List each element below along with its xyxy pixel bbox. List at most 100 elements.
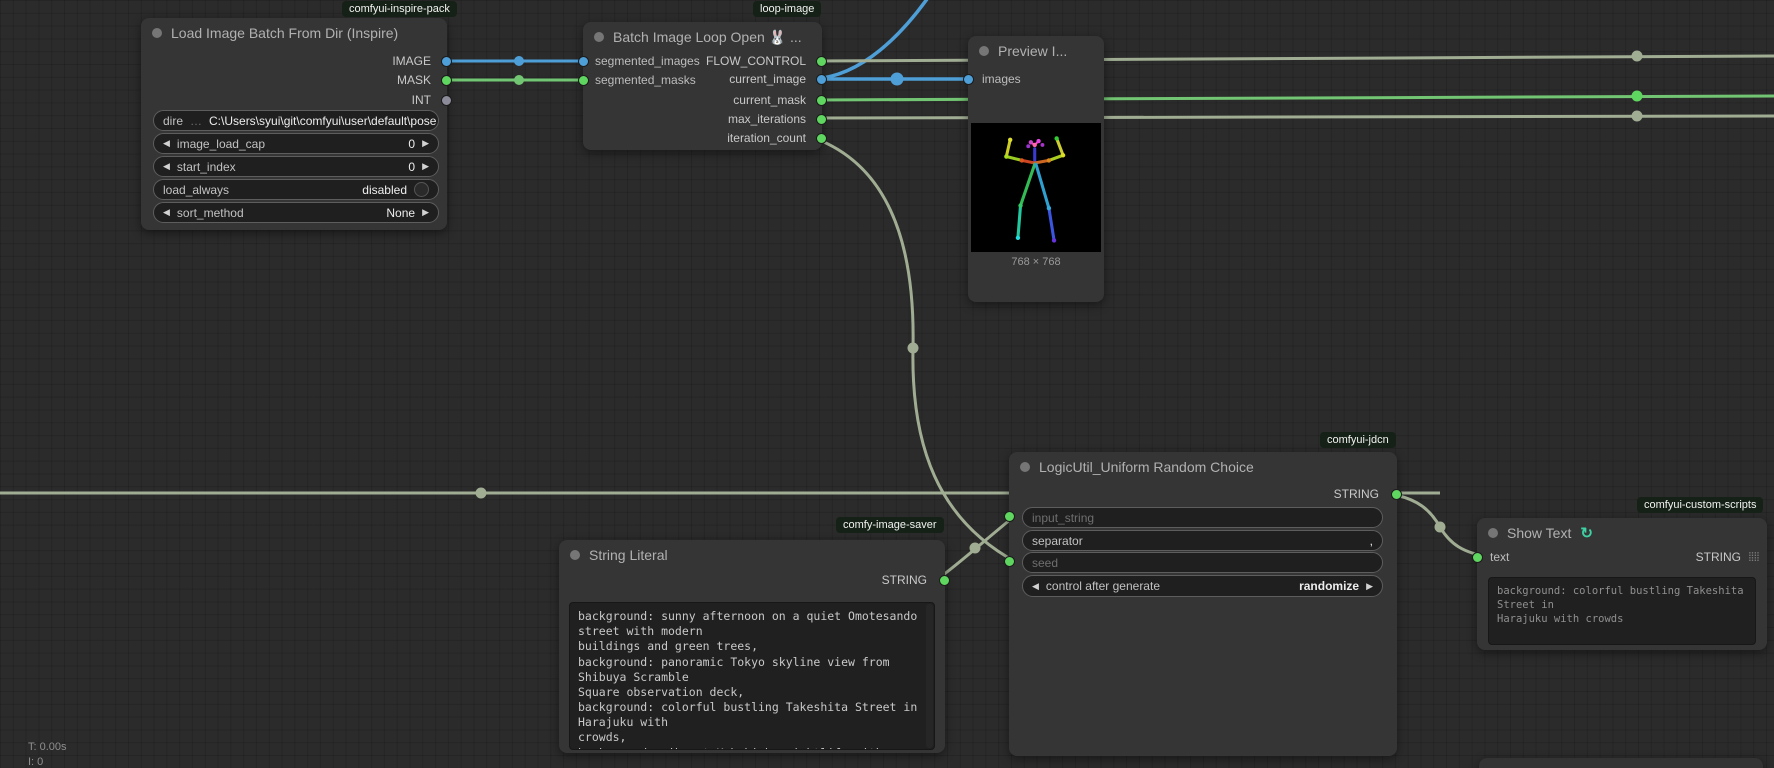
input-label: text — [1490, 550, 1509, 564]
input-port-text[interactable] — [1472, 552, 1483, 563]
reroute-dot[interactable] — [891, 73, 904, 86]
collapse-dot-icon[interactable] — [1020, 462, 1030, 472]
reroute-dot[interactable] — [514, 56, 524, 66]
toggle-icon[interactable] — [414, 182, 429, 197]
input-port-segmented-images[interactable] — [578, 56, 589, 67]
node-badge: comfyui-jdcn — [1320, 432, 1396, 448]
wire-current-mask — [814, 96, 1774, 100]
output-label-iteration-count: iteration_count — [727, 131, 806, 145]
widget-seed[interactable]: seed — [1022, 552, 1383, 573]
increment-icon[interactable]: ▶ — [422, 139, 429, 148]
input-label: images — [982, 72, 1021, 86]
execution-time: T: 0.00s — [28, 740, 67, 755]
output-label-string: STRING — [1334, 487, 1379, 501]
increment-icon[interactable]: ▶ — [422, 162, 429, 171]
output-label-int: INT — [412, 93, 431, 107]
reroute-dot[interactable] — [970, 543, 981, 554]
wire-max-iterations — [814, 116, 1774, 118]
iteration-counter: I: 0 — [28, 755, 67, 768]
collapse-dot-icon[interactable] — [594, 32, 604, 42]
output-port-iteration-count[interactable] — [816, 133, 827, 144]
output-label-current-image: current_image — [729, 72, 806, 86]
collapse-dot-icon[interactable] — [570, 550, 580, 560]
input-label: segmented_images — [595, 54, 700, 68]
collapse-dot-icon[interactable] — [1488, 528, 1498, 538]
node-badge: comfyui-custom-scripts — [1637, 497, 1763, 513]
input-port-segmented-masks[interactable] — [578, 75, 589, 86]
image-dimensions-caption: 768 × 768 — [968, 256, 1104, 268]
widget-control-after-generate[interactable]: ◀ control after generate randomize ▶ — [1022, 575, 1383, 597]
pysssss-logo-icon: ↻ — [1580, 524, 1593, 542]
string-literal-textarea[interactable]: background: sunny afternoon on a quiet O… — [569, 602, 935, 750]
node-title: LogicUtil_Uniform Random Choice — [1020, 452, 1254, 482]
output-label-current-mask: current_mask — [733, 93, 806, 107]
reroute-dot[interactable] — [1435, 522, 1446, 533]
node-badge: comfyui-inspire-pack — [342, 1, 457, 17]
output-label-max-iterations: max_iterations — [728, 112, 806, 126]
wire-flow-control — [814, 56, 1774, 61]
input-port-images[interactable] — [963, 74, 974, 85]
output-port-string[interactable] — [1391, 489, 1402, 500]
execution-status: T: 0.00s I: 0 — [28, 740, 67, 768]
output-port-current-image[interactable] — [816, 74, 827, 85]
node-badge: loop-image — [753, 1, 821, 17]
node-graph-canvas[interactable]: comfyui-inspire-pack loop-image comfyui-… — [0, 0, 1774, 768]
output-label-image: IMAGE — [392, 54, 431, 68]
input-port-seed[interactable] — [1004, 556, 1015, 567]
node-badge: comfy-image-saver — [836, 517, 944, 533]
widget-load-always[interactable]: load_always disabled — [153, 179, 439, 200]
output-port-current-mask[interactable] — [816, 95, 827, 106]
output-port-image[interactable] — [441, 56, 452, 67]
reroute-dot[interactable] — [476, 488, 487, 499]
node-title: String Literal — [570, 540, 668, 570]
node-title: Load Image Batch From Dir (Inspire) — [152, 18, 398, 48]
node-title: Batch Image Loop Open 🐰 ... — [594, 22, 802, 52]
textarea-scrollbar[interactable] — [926, 604, 933, 748]
widget-directory[interactable]: dire … C:\Users\syui\git\comfyui\user\de… — [153, 110, 439, 131]
node-preview-image[interactable]: Preview I... images — [968, 36, 1104, 302]
output-label-mask: MASK — [397, 73, 431, 87]
grip-icon[interactable]: ⣿⣿ — [1748, 551, 1759, 562]
input-port-input-string[interactable] — [1004, 511, 1015, 522]
widget-start-index[interactable]: ◀ start_index 0 ▶ — [153, 156, 439, 177]
prev-option-icon[interactable]: ◀ — [163, 208, 170, 217]
reroute-dot[interactable] — [514, 75, 524, 85]
node-title: Preview I... — [979, 36, 1067, 66]
widget-image-load-cap[interactable]: ◀ image_load_cap 0 ▶ — [153, 133, 439, 154]
input-label: segmented_masks — [595, 73, 696, 87]
collapse-dot-icon[interactable] — [979, 46, 989, 56]
node-partial-bottom[interactable] — [1479, 758, 1763, 768]
node-batch-image-loop[interactable]: Batch Image Loop Open 🐰 ... segmented_im… — [583, 22, 822, 150]
decrement-icon[interactable]: ◀ — [163, 162, 170, 171]
widget-input-string[interactable]: input_string — [1022, 507, 1383, 528]
preview-image — [971, 123, 1101, 252]
output-port-max-iterations[interactable] — [816, 114, 827, 125]
output-label-flow-control: FLOW_CONTROL — [706, 54, 806, 68]
widget-sort-method[interactable]: ◀ sort_method None ▶ — [153, 202, 439, 223]
next-option-icon[interactable]: ▶ — [1366, 582, 1373, 591]
collapse-dot-icon[interactable] — [152, 28, 162, 38]
output-port-mask[interactable] — [441, 75, 452, 86]
decrement-icon[interactable]: ◀ — [163, 139, 170, 148]
pose-skeleton-image — [971, 123, 1101, 252]
widget-separator[interactable]: separator , — [1022, 530, 1383, 551]
reroute-dot[interactable] — [1632, 91, 1643, 102]
ellipsis: … — [190, 114, 202, 128]
output-label-string: STRING — [882, 573, 927, 587]
prev-option-icon[interactable]: ◀ — [1032, 582, 1039, 591]
reroute-dot[interactable] — [1632, 51, 1643, 62]
reroute-dot[interactable] — [1632, 111, 1643, 122]
node-load-image-batch[interactable]: Load Image Batch From Dir (Inspire) IMAG… — [141, 18, 447, 230]
node-string-literal[interactable]: String Literal STRING background: sunny … — [559, 540, 945, 753]
show-text-textarea: background: colorful bustling Takeshita … — [1488, 577, 1756, 645]
node-title: Show Text ↻ — [1488, 518, 1593, 548]
output-port-string[interactable] — [939, 575, 950, 586]
reroute-dot[interactable] — [908, 343, 919, 354]
node-random-choice[interactable]: LogicUtil_Uniform Random Choice STRING i… — [1009, 452, 1397, 756]
wire-current-image-up — [814, 0, 932, 79]
next-option-icon[interactable]: ▶ — [422, 208, 429, 217]
output-port-flow-control[interactable] — [816, 56, 827, 67]
node-show-text[interactable]: Show Text ↻ text STRING ⣿⣿ background: c… — [1477, 518, 1767, 650]
output-port-int[interactable] — [441, 95, 452, 106]
output-label-string: STRING — [1696, 550, 1741, 564]
